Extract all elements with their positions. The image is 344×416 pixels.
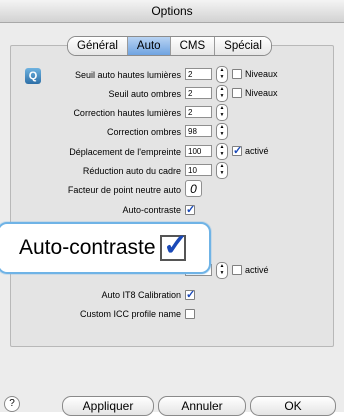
callout-label: Auto-contraste: [19, 236, 156, 259]
row-seuil-ombres: Seuil auto ombres: [40, 87, 181, 101]
seuil-hautes-stepper[interactable]: ▲ ▼: [216, 66, 228, 83]
corr-hautes-stepper[interactable]: ▲ ▼: [216, 104, 228, 121]
options-window: Options Général Auto CMS Spécial Q Seuil…: [0, 0, 344, 416]
deplacement-active-label: activé: [245, 146, 269, 156]
autocontraste-checkbox[interactable]: [185, 203, 195, 216]
autocontraste-label: Auto-contraste: [122, 205, 181, 215]
corr-ombres-input[interactable]: 98: [185, 125, 212, 137]
ok-button[interactable]: OK: [250, 396, 336, 416]
corr-hautes-label: Correction hautes lumières: [73, 108, 181, 118]
seuil-ombres-niveaux-checkbox[interactable]: [232, 88, 242, 98]
row-icc: Custom ICC profile name: [40, 307, 181, 321]
facteur-input[interactable]: 0: [185, 180, 202, 197]
zoom-callout: Auto-contraste: [0, 222, 211, 274]
corr-hautes-input[interactable]: 2: [185, 106, 212, 118]
reduction-label: Réduction auto du cadre: [82, 166, 181, 176]
icc-checkbox[interactable]: [185, 309, 195, 319]
partial-row-active-checkbox[interactable]: [232, 265, 242, 275]
row-facteur: Facteur de point neutre auto: [40, 183, 181, 197]
row-reduction: Réduction auto du cadre: [40, 164, 181, 178]
window-title: Options: [0, 0, 344, 23]
row-it8: Auto IT8 Calibration: [40, 288, 181, 302]
deplacement-input[interactable]: 100: [185, 145, 212, 157]
it8-label: Auto IT8 Calibration: [101, 290, 181, 300]
deplacement-label: Déplacement de l'empreinte: [69, 147, 181, 157]
seuil-hautes-niveaux-checkbox[interactable]: [232, 69, 242, 79]
icc-label: Custom ICC profile name: [79, 309, 181, 319]
tab-special[interactable]: Spécial: [215, 37, 271, 55]
seuil-hautes-label: Seuil auto hautes lumières: [74, 70, 181, 80]
corr-ombres-stepper[interactable]: ▲ ▼: [216, 123, 228, 140]
partial-row-active-label: activé: [245, 265, 269, 275]
deplacement-stepper[interactable]: ▲ ▼: [216, 143, 228, 160]
row-autocontraste: Auto-contraste: [40, 203, 181, 217]
it8-checkbox[interactable]: [185, 288, 195, 301]
seuil-ombres-input[interactable]: 2: [185, 87, 212, 99]
seuil-ombres-label: Seuil auto ombres: [108, 89, 181, 99]
corr-ombres-label: Correction ombres: [106, 127, 181, 137]
partial-row-stepper[interactable]: ▲ ▼: [216, 262, 228, 279]
tab-auto[interactable]: Auto: [127, 37, 171, 55]
row-corr-hautes: Correction hautes lumières: [40, 106, 181, 120]
seuil-ombres-stepper[interactable]: ▲ ▼: [216, 85, 228, 102]
seuil-ombres-niveaux-label: Niveaux: [245, 88, 278, 98]
apply-button[interactable]: Appliquer: [62, 396, 154, 416]
reduction-input[interactable]: 10: [185, 164, 212, 176]
app-icon: Q: [25, 68, 41, 84]
row-corr-ombres: Correction ombres: [40, 125, 181, 139]
tab-general[interactable]: Général: [68, 37, 128, 55]
facteur-label: Facteur de point neutre auto: [67, 185, 181, 195]
help-button[interactable]: ?: [4, 396, 20, 412]
seuil-hautes-input[interactable]: 2: [185, 68, 212, 80]
tab-cms[interactable]: CMS: [170, 37, 216, 55]
reduction-stepper[interactable]: ▲ ▼: [216, 162, 228, 179]
row-deplacement: Déplacement de l'empreinte: [40, 145, 181, 159]
seuil-hautes-niveaux-label: Niveaux: [245, 69, 278, 79]
cancel-button[interactable]: Annuler: [158, 396, 246, 416]
callout-checkbox: [160, 228, 188, 263]
deplacement-active-checkbox[interactable]: [232, 144, 242, 157]
row-seuil-hautes: Seuil auto hautes lumières: [40, 68, 181, 82]
tab-bar: Général Auto CMS Spécial: [67, 36, 272, 56]
